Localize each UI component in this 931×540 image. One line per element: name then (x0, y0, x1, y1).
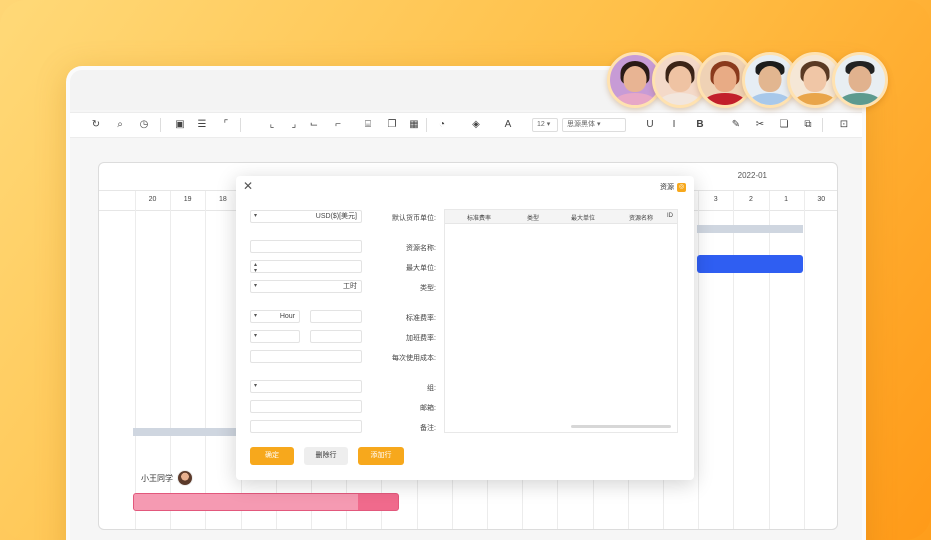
toolbar-divider (240, 118, 241, 132)
task-bar[interactable] (697, 255, 803, 273)
search-icon[interactable]: ⌕ (114, 119, 126, 131)
stepper-icon: ▴ ▾ (254, 262, 258, 274)
chevron-down-icon: ▾ (254, 283, 258, 289)
summary-bar[interactable] (697, 225, 803, 233)
overtime-rate-unit-select[interactable]: ▾ (250, 330, 300, 343)
email-field[interactable] (250, 400, 362, 413)
corner-down-icon[interactable]: ⌙ (308, 119, 320, 131)
note-label: 备注: (420, 425, 436, 432)
type-select[interactable]: ▾ 工时 (250, 280, 362, 293)
paste-icon[interactable]: ❏ (778, 119, 790, 131)
standard-rate-input[interactable] (310, 310, 362, 323)
export-icon[interactable]: ⊡ (838, 119, 850, 131)
grid-line (698, 191, 700, 529)
format-icon[interactable]: ⌸ (362, 119, 374, 131)
day-label: 3 (713, 196, 718, 203)
delete-row-button[interactable]: 删除行 (304, 447, 348, 465)
task-bar-pink[interactable] (133, 493, 399, 511)
month-label: 2022-01 (737, 171, 767, 180)
confirm-button[interactable]: 确定 (250, 447, 294, 465)
sliders-icon[interactable]: ☰ (196, 119, 208, 131)
clock2-icon[interactable]: ◔ (436, 119, 448, 131)
align-right-icon[interactable]: ⌟ (288, 119, 300, 131)
table-header: ID 资源名称 最大单位 类型 标准费率 (445, 210, 677, 224)
color-fill-icon[interactable]: ◈ (470, 119, 482, 131)
overtime-rate-input[interactable] (310, 330, 362, 343)
task-progress-fill (134, 494, 359, 510)
grid-icon[interactable]: ▦ (408, 119, 420, 131)
day-label: 20 (148, 196, 157, 203)
default-currency-select[interactable]: ▾ USD($)[美元] (250, 210, 362, 223)
day-label: 2 (748, 196, 753, 203)
chevron-down-icon: ▾ (254, 313, 258, 319)
copy2-icon[interactable]: ⧉ (802, 119, 814, 131)
group-select[interactable]: ▾ (250, 380, 362, 393)
toolbar: ↻ ⌕ ◷ ▣ ☰ ⌜ ⌞ ⌟ ⌙ ⌐ ⌸ ❐ ▦ ◔ ◈ A 12 ▾ 思源黑… (70, 112, 862, 138)
resource-table: ID 资源名称 最大单位 类型 标准费率 (444, 209, 678, 433)
underline-icon[interactable]: U (644, 119, 656, 131)
dialog-title-text: 资源 (660, 184, 674, 191)
collaborator-avatars (607, 52, 888, 108)
toolbar-divider (822, 118, 823, 132)
day-label: 1 (784, 196, 789, 203)
clock-icon[interactable]: ◷ (138, 119, 150, 131)
standard-rate-unit-select[interactable]: ▾ Hour (250, 310, 300, 323)
avatar[interactable] (832, 52, 888, 108)
max-unit-label: 最大单位: (406, 265, 436, 272)
toolbar-divider (426, 118, 427, 132)
column-header: ID (667, 213, 673, 219)
overtime-rate-label: 加班费率: (406, 335, 436, 342)
column-header: 类型 (526, 216, 539, 222)
text-color-icon[interactable]: A (502, 119, 514, 131)
bold-icon[interactable]: B (694, 119, 706, 131)
chevron-down-icon: ▾ (254, 333, 258, 339)
crop-icon[interactable]: ⌜ (220, 119, 232, 131)
grid-line (733, 191, 735, 529)
resource-name-input[interactable] (250, 240, 362, 253)
copy-icon[interactable]: ❐ (386, 119, 398, 131)
assignee-name: 小王同学 (141, 473, 173, 483)
chevron-down-icon: ▾ (254, 383, 258, 389)
day-label: 30 (817, 196, 826, 203)
resource-name-label: 资源名称: (406, 245, 436, 252)
grid-line (768, 191, 770, 529)
resource-dialog: ✕ 资源 ◎ ID 资源名称 最大单位 类型 标准费率 默认货币单位: ▾ US… (236, 176, 694, 480)
cut-icon[interactable]: ✂ (754, 119, 766, 131)
resource-icon: ◎ (677, 182, 686, 192)
group-label: 组: (427, 385, 436, 392)
font-family-select[interactable]: 思源黑体 ▾ (562, 118, 626, 132)
font-size-select[interactable]: 12 ▾ (532, 118, 558, 132)
paint-icon[interactable]: ✎ (730, 119, 742, 131)
close-icon[interactable]: ✕ (242, 180, 254, 192)
avatar (177, 470, 193, 486)
background-panel: ↻ ⌕ ◷ ▣ ☰ ⌜ ⌞ ⌟ ⌙ ⌐ ⌸ ❐ ▦ ◔ ◈ A 12 ▾ 思源黑… (0, 0, 931, 540)
column-header: 标准费率 (466, 216, 491, 222)
default-currency-label: 默认货币单位: (392, 215, 436, 222)
horizontal-scrollbar[interactable] (571, 425, 671, 428)
grid-line (135, 191, 136, 529)
chevron-down-icon: ▾ (254, 213, 258, 219)
dialog-title: 资源 ◎ (660, 182, 686, 192)
align-left-icon[interactable]: ⌞ (266, 119, 278, 131)
assignee-tag: 小王同学 (141, 470, 193, 486)
per-use-cost-label: 每次使用成本: (392, 355, 436, 362)
add-row-button[interactable]: 添加行 (358, 447, 404, 465)
image-icon[interactable]: ▣ (174, 119, 186, 131)
column-header: 资源名称 (628, 216, 653, 222)
grid-line (205, 191, 207, 529)
email-label: 邮箱: (420, 405, 436, 412)
toolbar-divider (160, 118, 161, 132)
max-unit-stepper[interactable]: ▴ ▾ (250, 260, 362, 274)
refresh-icon[interactable]: ↻ (90, 119, 102, 131)
corner-up-icon[interactable]: ⌐ (332, 119, 344, 131)
type-label: 类型: (420, 285, 436, 292)
column-header: 最大单位 (570, 216, 595, 222)
grid-line (803, 191, 805, 529)
per-use-cost-input[interactable] (250, 350, 362, 363)
day-label: 19 (183, 196, 192, 203)
italic-icon[interactable]: I (668, 119, 680, 131)
standard-rate-label: 标准费率: (406, 315, 436, 322)
note-field[interactable] (250, 420, 362, 433)
